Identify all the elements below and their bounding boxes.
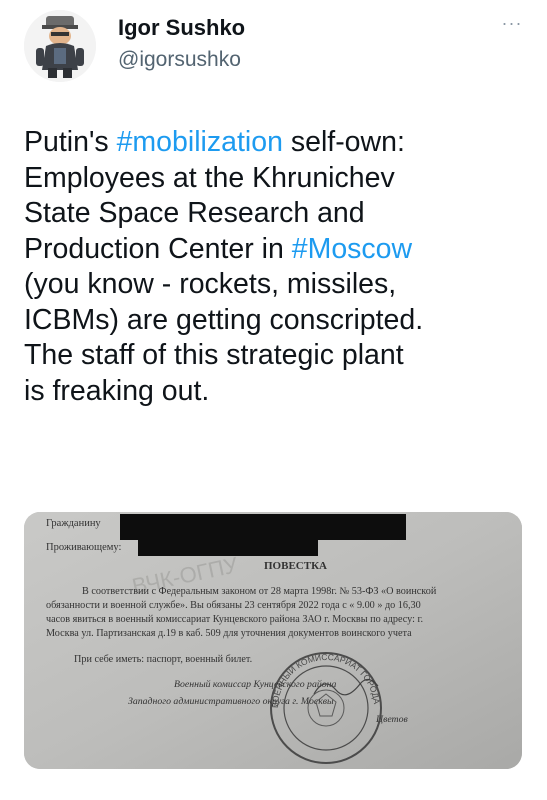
field-residing-label: Проживающему:: [46, 542, 122, 553]
tweet-text-line: State Space Research and: [24, 197, 365, 229]
document-title: ПОВЕСТКА: [264, 560, 327, 572]
tweet-text-line: ICBMs) are getting conscripted.: [24, 303, 424, 336]
redaction-bar: [120, 514, 406, 540]
signature-line: Военный комиссар Кунцевского района: [174, 679, 336, 690]
field-citizen-label: Гражданину: [46, 518, 101, 529]
signature-line: Западного административного округа г. Мо…: [128, 696, 334, 707]
tweet-text-line: Putin's #mobilization self-own:: [24, 126, 405, 158]
document-body-line: Москва ул. Партизанская д.19 в каб. 509 …: [46, 628, 412, 639]
bring-documents-line: При себе иметь: паспорт, военный билет.: [74, 654, 252, 665]
document-body-line: часов явиться в военный комиссариат Кунц…: [46, 614, 423, 625]
tweet-media-image[interactable]: Гражданину Проживающему: ПОВЕСТКА ВЧК-ОГ…: [24, 512, 522, 769]
tweet-text-line: Production Center in #Moscow: [24, 232, 413, 265]
author-handle[interactable]: @igorsushko: [118, 48, 241, 72]
tweet-header: Igor Sushko @igorsushko ···: [0, 0, 547, 100]
tweet-text-line: is freaking out.: [24, 374, 210, 407]
tweet-text-line: The staff of this strategic plant: [24, 339, 404, 371]
summons-document-photo: Гражданину Проживающему: ПОВЕСТКА ВЧК-ОГ…: [24, 512, 522, 769]
more-options-icon[interactable]: ···: [497, 14, 527, 34]
hashtag-link[interactable]: #Moscow: [292, 233, 412, 265]
hashtag-link[interactable]: #mobilization: [117, 126, 283, 158]
document-body-line: обязанности и военной службе». Вы обязан…: [46, 600, 421, 611]
document-body-line: В соответствии с Федеральным законом от …: [82, 586, 437, 597]
tweet-text-line: Employees at the Khrunichev: [24, 161, 395, 194]
tweet-text: Putin's #mobilization self-own: Employee…: [24, 125, 529, 409]
cartoon-avatar-icon: [24, 10, 96, 82]
tweet-text-line: (you know - rockets, missiles,: [24, 268, 397, 300]
author-display-name[interactable]: Igor Sushko: [118, 15, 245, 41]
avatar[interactable]: [24, 10, 96, 82]
